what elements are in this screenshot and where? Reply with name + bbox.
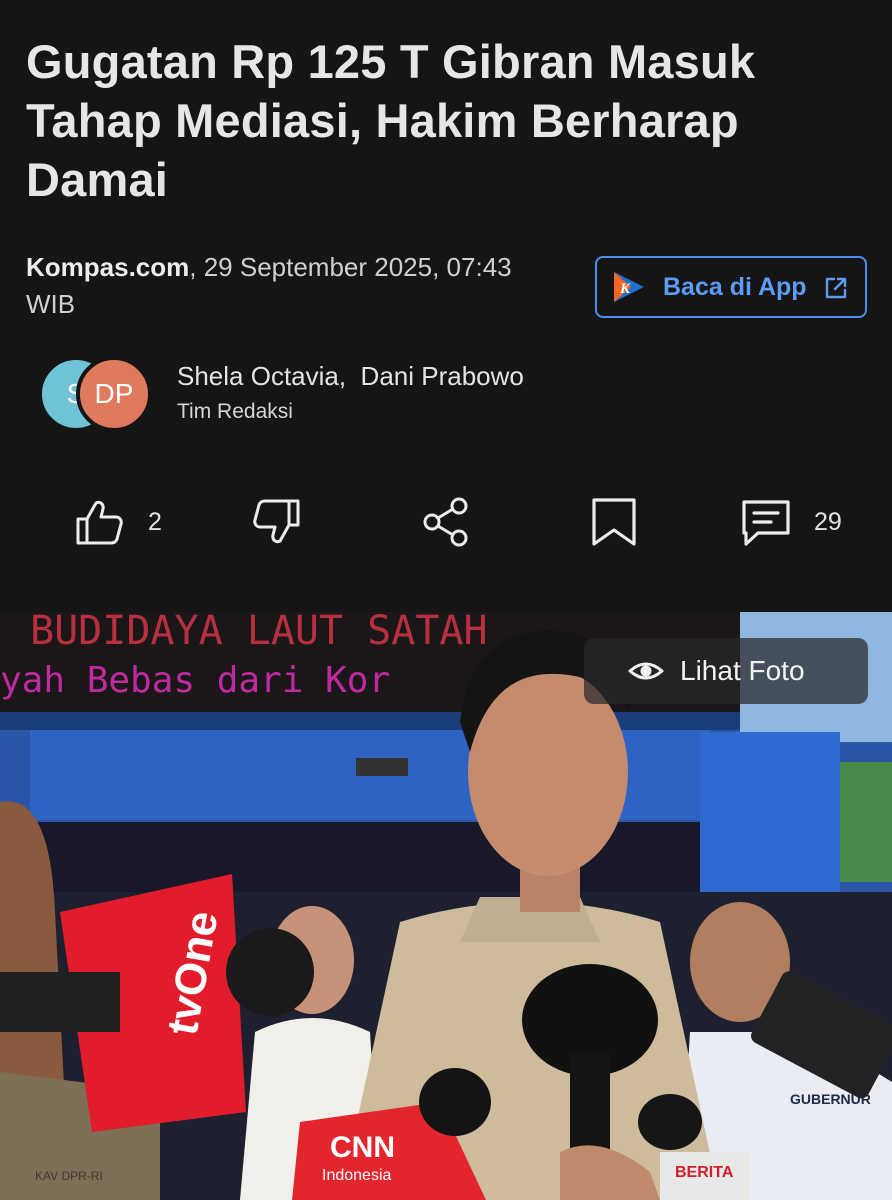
source-name[interactable]: Kompas.com — [26, 252, 189, 282]
comment-button[interactable]: 29 — [738, 490, 842, 554]
bookmark-button[interactable] — [587, 490, 641, 554]
comment-icon — [742, 500, 790, 546]
article-photo[interactable]: BUDIDAYA LAUT SATAH yah Bebas dari Kor t… — [0, 612, 892, 1200]
like-count: 2 — [148, 507, 162, 536]
author-team-label: Tim Redaksi — [177, 400, 293, 423]
view-photo-label: Lihat Foto — [680, 655, 805, 686]
article-title: Gugatan Rp 125 T Gibran Masuk Tahap Medi… — [26, 35, 756, 206]
article-meta: Kompas.com, 29 September 2025, 07:43 WIB — [26, 249, 546, 323]
dpr-badge-label: KAV DPR-RI — [35, 1169, 103, 1183]
read-in-app-label: Baca di App — [663, 272, 807, 301]
svg-text:K: K — [619, 281, 631, 297]
led-ticker-top: BUDIDAYA LAUT SATAH — [30, 612, 488, 654]
share-button[interactable] — [419, 490, 473, 554]
share-icon — [423, 497, 468, 547]
author-names[interactable]: Shela Octavia, Dani Prabowo — [177, 361, 524, 392]
eye-icon — [628, 662, 664, 680]
cnn-mic-sublabel: Indonesia — [322, 1167, 391, 1184]
avatar: DP — [76, 356, 152, 432]
read-in-app-button[interactable]: K Baca di App — [595, 256, 867, 318]
external-link-icon — [825, 277, 847, 299]
article-page: Gugatan Rp 125 T Gibran Masuk Tahap Medi… — [0, 0, 892, 1200]
like-button[interactable]: 2 — [72, 490, 162, 554]
cnn-mic-label: CNN — [330, 1131, 395, 1164]
thumbs-up-icon — [76, 500, 123, 545]
kompas-logo-icon: K — [614, 272, 644, 302]
dislike-button[interactable] — [250, 490, 304, 554]
view-photo-button[interactable]: Lihat Foto — [584, 638, 868, 704]
thumbs-down-icon — [253, 499, 300, 544]
berita-mic-label: BERITA — [675, 1164, 734, 1181]
article-action-bar: 2 29 — [0, 490, 892, 560]
led-ticker-bottom: yah Bebas dari Kor — [0, 660, 390, 701]
comment-count: 29 — [814, 507, 842, 536]
bookmark-icon — [592, 498, 636, 546]
author-avatars[interactable]: S DP — [38, 356, 158, 432]
